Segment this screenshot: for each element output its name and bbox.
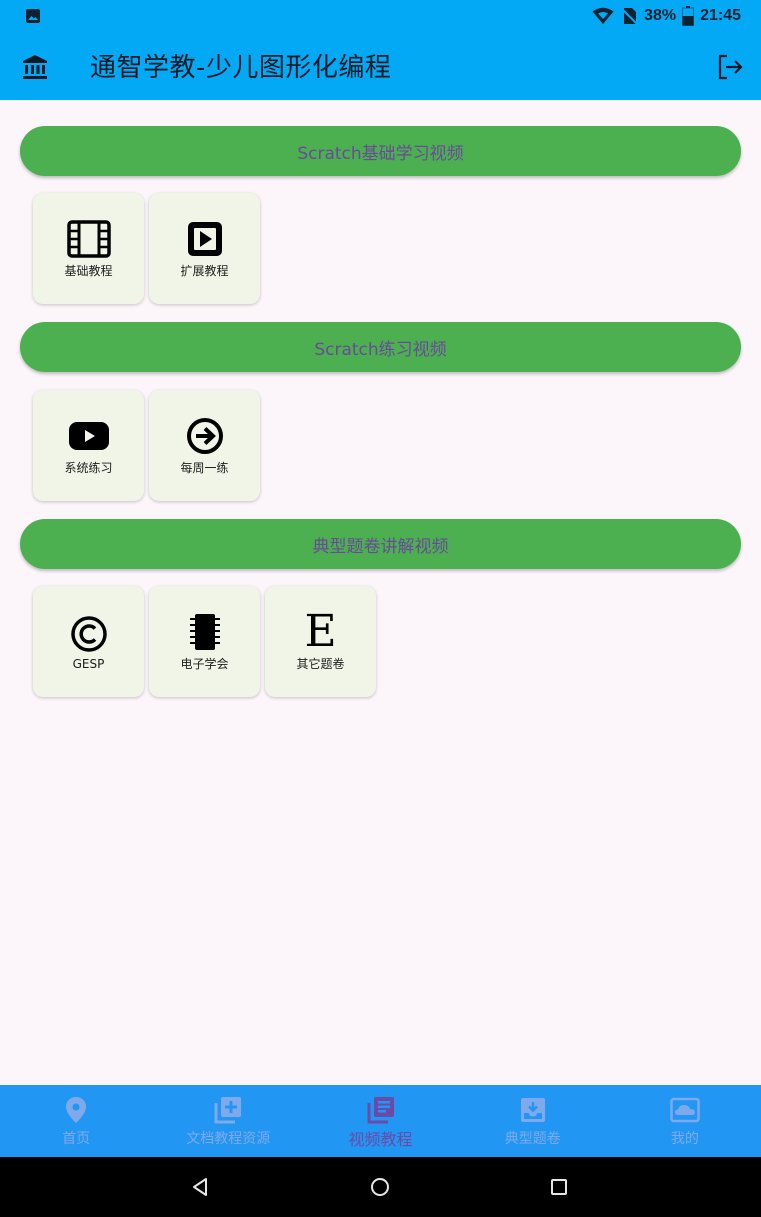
chip-icon xyxy=(189,614,220,650)
bank-icon[interactable] xyxy=(20,52,50,82)
section-title: 典型题卷讲解视频 xyxy=(312,536,449,557)
nav-label: 视频教程 xyxy=(348,1130,413,1149)
home-circle-icon[interactable] xyxy=(368,1175,392,1199)
nav-item-profile[interactable]: 我的 xyxy=(609,1085,761,1157)
play-box-icon xyxy=(187,222,222,256)
library-books-icon xyxy=(367,1097,394,1124)
copyright-icon xyxy=(70,615,107,652)
tile-system-practice[interactable]: 系统练习 xyxy=(33,390,144,501)
tile-grid-exam-papers: GESP 电子学会 E 其它题卷 xyxy=(33,586,376,697)
section-button-scratch-practice[interactable]: Scratch练习视频 xyxy=(20,322,741,372)
tile-label: 扩展教程 xyxy=(180,264,229,278)
tile-gesp[interactable]: GESP xyxy=(33,586,144,697)
letter-e-icon: E xyxy=(304,606,337,657)
nav-label: 我的 xyxy=(670,1131,699,1147)
tile-weekly-practice[interactable]: 每周一练 xyxy=(149,390,260,501)
app-bar: 通智学教-少儿图形化编程 xyxy=(0,32,761,100)
clock: 21:45 xyxy=(700,7,741,24)
tile-electronics-society[interactable]: 电子学会 xyxy=(149,586,260,697)
section-button-scratch-basics[interactable]: Scratch基础学习视频 xyxy=(20,126,741,176)
wifi-icon xyxy=(592,7,614,24)
nav-item-video-tutorials[interactable]: 视频教程 xyxy=(304,1085,456,1157)
arrow-circle-right-icon xyxy=(186,418,223,454)
bottom-navigation: 首页 文档教程资源 视频教程 典型题卷 我的 xyxy=(0,1085,761,1157)
app-title: 通智学教-少儿图形化编程 xyxy=(90,53,392,83)
tile-extended-tutorial[interactable]: 扩展教程 xyxy=(149,193,260,304)
tile-label: 系统练习 xyxy=(64,461,113,475)
film-icon xyxy=(66,220,111,258)
tile-grid-scratch-practice: 系统练习 每周一练 xyxy=(33,390,260,501)
image-notification-icon xyxy=(26,9,40,23)
tile-label: 基础教程 xyxy=(64,264,113,278)
status-bar: 38% 21:45 xyxy=(0,0,761,32)
tile-label: 每周一练 xyxy=(180,461,229,475)
youtube-icon xyxy=(68,422,109,450)
main-content: Scratch基础学习视频 基础教程 扩展教程 Scratch练习视频 系统练习… xyxy=(0,100,761,1085)
move-to-inbox-icon xyxy=(520,1098,545,1122)
tile-other-papers[interactable]: E 其它题卷 xyxy=(265,586,376,697)
tile-label: 电子学会 xyxy=(180,657,229,671)
battery-percent: 38% xyxy=(644,7,677,24)
nav-item-exam-papers[interactable]: 典型题卷 xyxy=(457,1085,609,1157)
section-title: Scratch基础学习视频 xyxy=(297,143,464,164)
section-title: Scratch练习视频 xyxy=(314,339,447,360)
nav-label: 典型题卷 xyxy=(504,1131,561,1147)
library-add-icon xyxy=(214,1097,242,1124)
no-sim-icon xyxy=(620,7,638,25)
nav-label: 文档教程资源 xyxy=(186,1131,271,1147)
nav-item-docs[interactable]: 文档教程资源 xyxy=(152,1085,304,1157)
back-icon[interactable] xyxy=(188,1175,212,1199)
battery-icon xyxy=(682,6,695,26)
tile-label: 其它题卷 xyxy=(296,657,345,671)
section-button-exam-papers[interactable]: 典型题卷讲解视频 xyxy=(20,519,741,569)
tile-basic-tutorial[interactable]: 基础教程 xyxy=(33,193,144,304)
nav-label: 首页 xyxy=(62,1131,91,1147)
tile-grid-scratch-basics: 基础教程 扩展教程 xyxy=(33,193,260,304)
location-pin-icon xyxy=(66,1097,87,1123)
tile-label: GESP xyxy=(72,656,105,671)
nav-item-home[interactable]: 首页 xyxy=(0,1085,152,1157)
cloud-box-icon xyxy=(670,1097,700,1123)
logout-icon[interactable] xyxy=(715,52,745,82)
recents-icon[interactable] xyxy=(547,1175,571,1199)
system-navigation-bar xyxy=(0,1157,761,1217)
